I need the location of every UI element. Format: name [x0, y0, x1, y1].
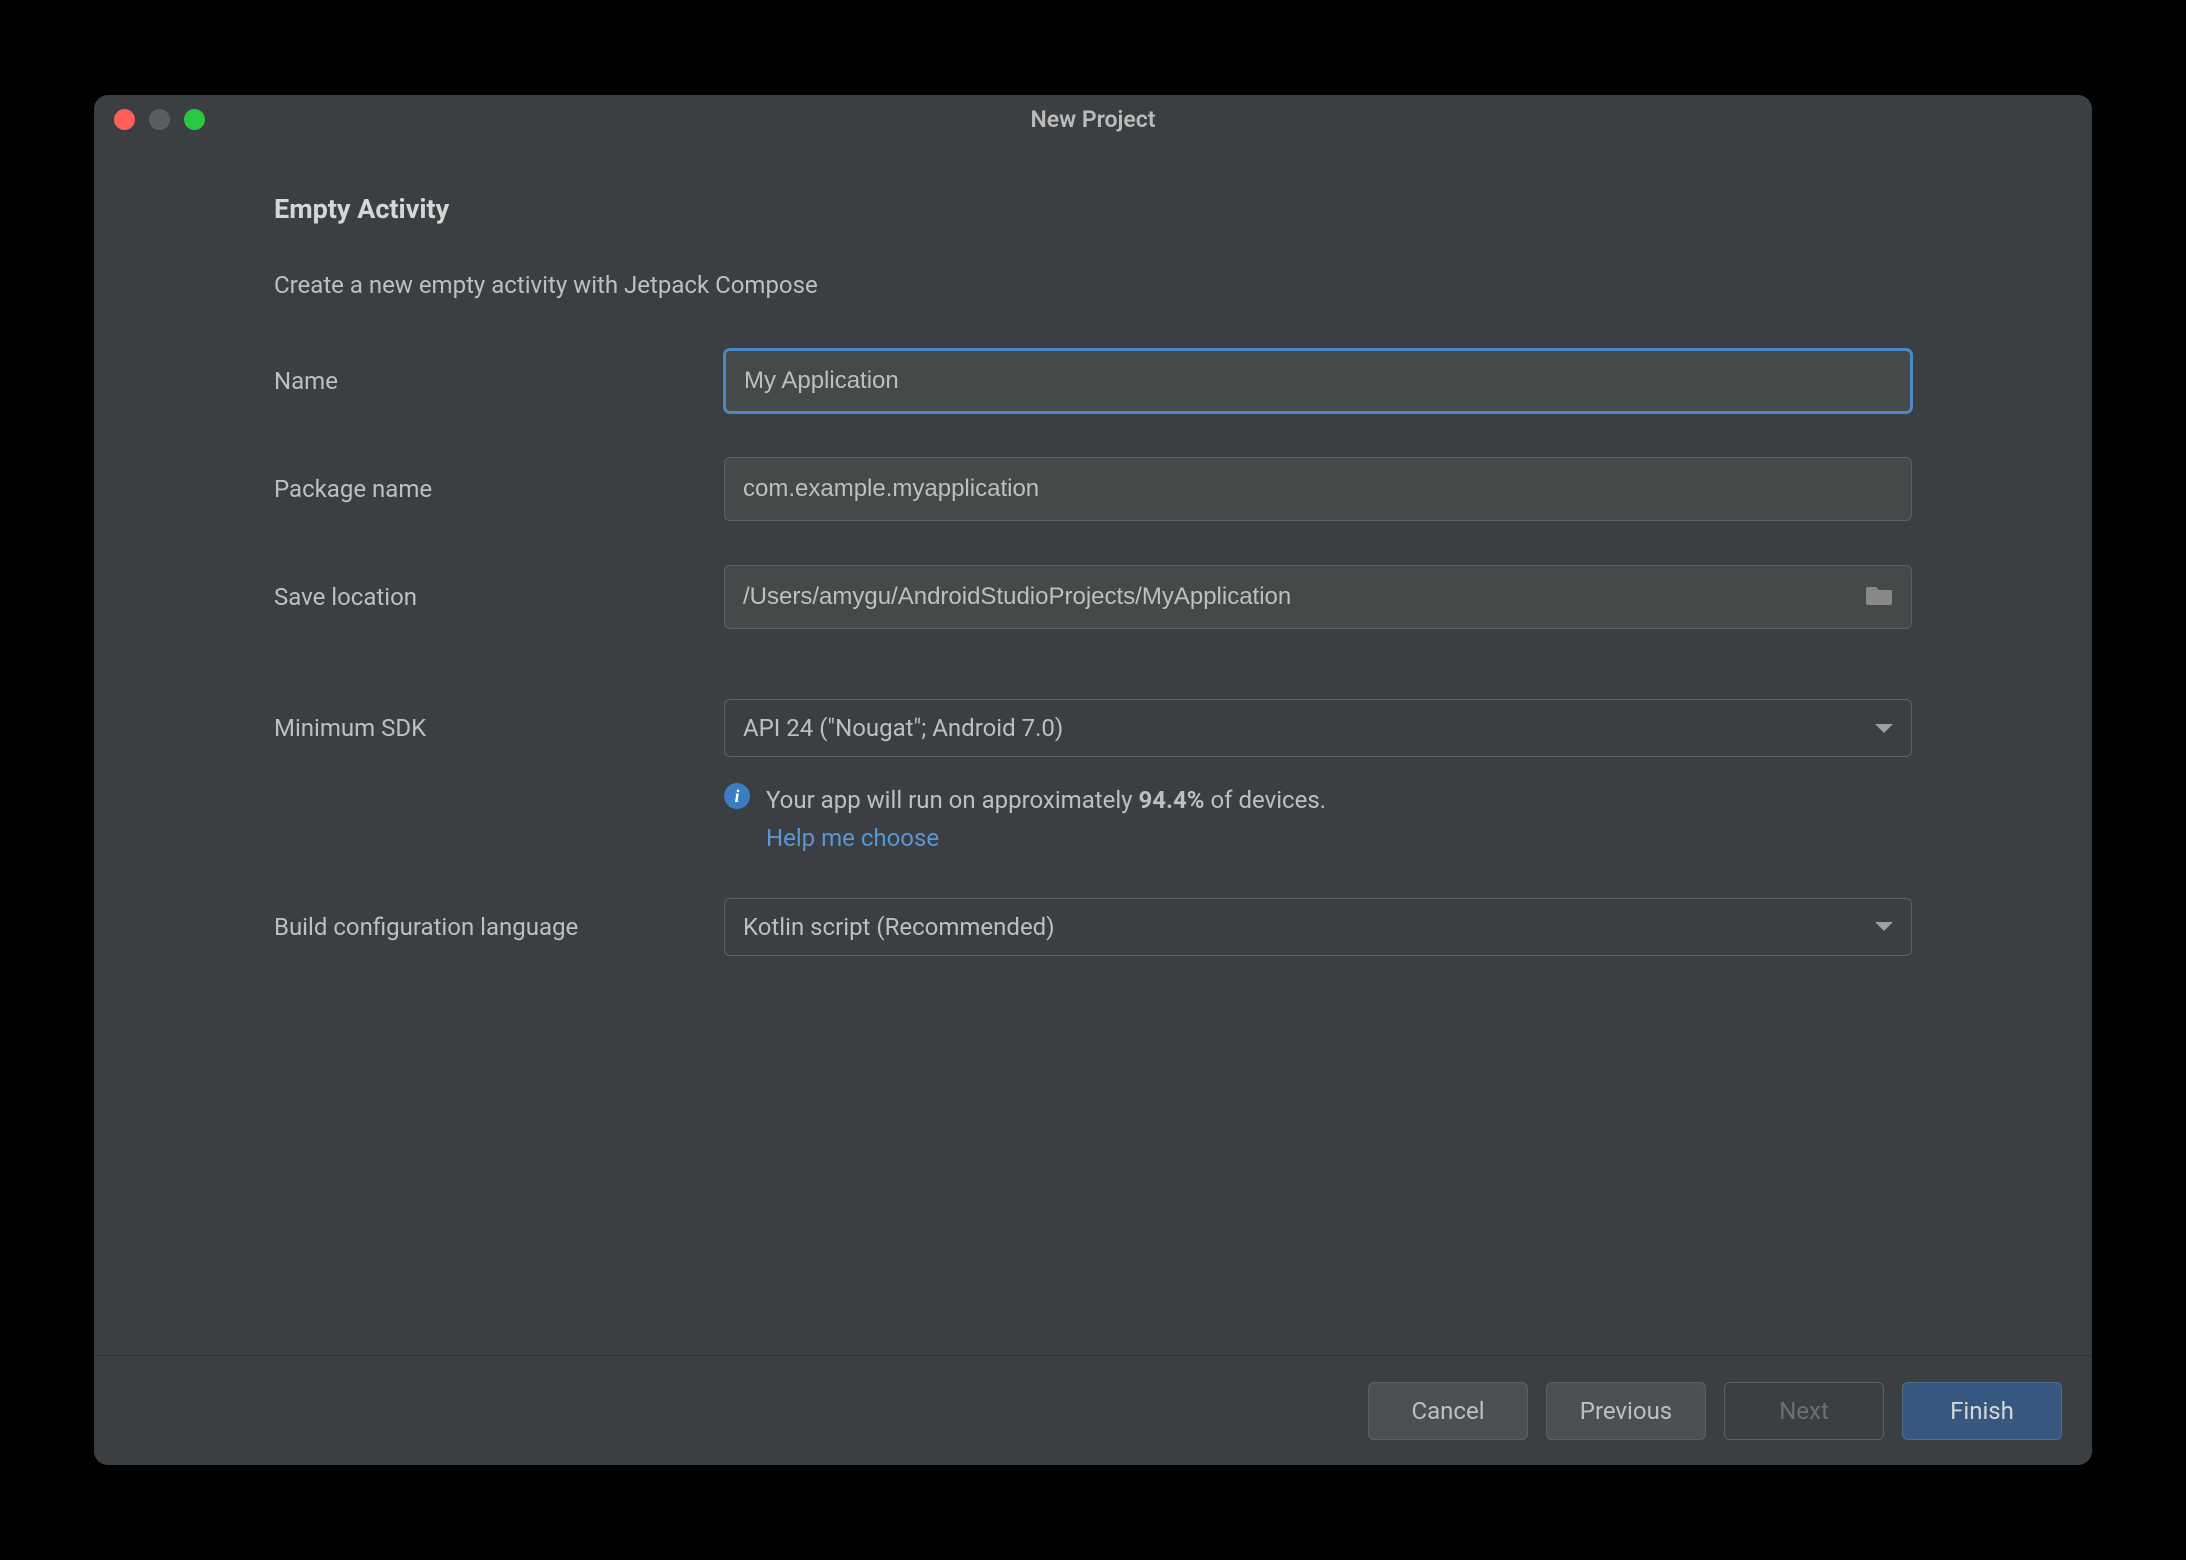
window-title: New Project: [1030, 106, 1155, 133]
location-row: Save location: [274, 565, 1912, 629]
sdk-info-row: i Your app will run on approximately 94.…: [724, 781, 1912, 858]
name-label: Name: [274, 367, 724, 395]
build-select[interactable]: Kotlin script (Recommended): [724, 898, 1912, 956]
sdk-label: Minimum SDK: [274, 714, 724, 742]
build-row: Build configuration language Kotlin scri…: [274, 898, 1912, 956]
page-heading: Empty Activity: [274, 193, 1912, 225]
package-label: Package name: [274, 475, 724, 503]
name-row: Name: [274, 349, 1912, 413]
build-select-value: Kotlin script (Recommended): [743, 913, 1055, 941]
new-project-dialog: New Project Empty Activity Create a new …: [94, 95, 2092, 1465]
chevron-down-icon: [1875, 724, 1893, 733]
package-input[interactable]: [724, 457, 1912, 521]
sdk-info-text: Your app will run on approximately 94.4%…: [766, 781, 1326, 858]
folder-icon[interactable]: [1866, 583, 1894, 611]
build-label: Build configuration language: [274, 913, 724, 941]
maximize-window-button[interactable]: [184, 109, 205, 130]
minimize-window-button[interactable]: [149, 109, 170, 130]
page-description: Create a new empty activity with Jetpack…: [274, 271, 1912, 299]
location-input[interactable]: [724, 565, 1912, 629]
dialog-footer: Cancel Previous Next Finish: [94, 1355, 2092, 1465]
info-icon: i: [724, 783, 750, 809]
finish-button[interactable]: Finish: [1902, 1382, 2062, 1440]
package-row: Package name: [274, 457, 1912, 521]
next-button: Next: [1724, 1382, 1884, 1440]
close-window-button[interactable]: [114, 109, 135, 130]
location-label: Save location: [274, 583, 724, 611]
chevron-down-icon: [1875, 922, 1893, 931]
traffic-lights: [114, 109, 205, 130]
sdk-select-value: API 24 ("Nougat"; Android 7.0): [743, 714, 1063, 742]
name-input[interactable]: [724, 349, 1912, 413]
sdk-row: Minimum SDK API 24 ("Nougat"; Android 7.…: [274, 699, 1912, 757]
sdk-select[interactable]: API 24 ("Nougat"; Android 7.0): [724, 699, 1912, 757]
previous-button[interactable]: Previous: [1546, 1382, 1706, 1440]
cancel-button[interactable]: Cancel: [1368, 1382, 1528, 1440]
dialog-content: Empty Activity Create a new empty activi…: [94, 143, 2092, 1355]
help-me-choose-link[interactable]: Help me choose: [766, 824, 939, 852]
titlebar: New Project: [94, 95, 2092, 143]
